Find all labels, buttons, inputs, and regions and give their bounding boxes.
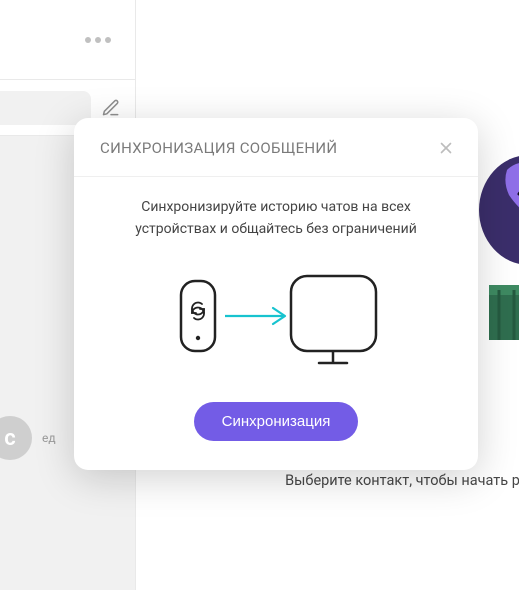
modal-body: Синхронизируйте историю чатов на всех ус… bbox=[74, 177, 478, 470]
compose-icon[interactable] bbox=[99, 96, 123, 120]
close-icon[interactable] bbox=[436, 138, 456, 158]
sidebar-header bbox=[0, 0, 135, 80]
sync-button[interactable]: Синхронизация bbox=[194, 402, 359, 441]
contact-subtext: ед bbox=[42, 431, 56, 445]
empty-line-2: Выберите контакт, чтобы начать р bbox=[276, 470, 519, 492]
modal-title: СИНХРОНИЗАЦИЯ СООБЩЕНИЙ bbox=[100, 139, 337, 157]
sync-modal: СИНХРОНИЗАЦИЯ СООБЩЕНИЙ Синхронизируйте … bbox=[74, 118, 478, 470]
modal-header: СИНХРОНИЗАЦИЯ СООБЩЕНИЙ bbox=[74, 118, 478, 177]
avatar: с bbox=[0, 416, 32, 460]
sync-graphic bbox=[171, 266, 381, 376]
more-icon[interactable] bbox=[85, 37, 111, 43]
sync-description: Синхронизируйте историю чатов на всех ус… bbox=[126, 197, 426, 240]
